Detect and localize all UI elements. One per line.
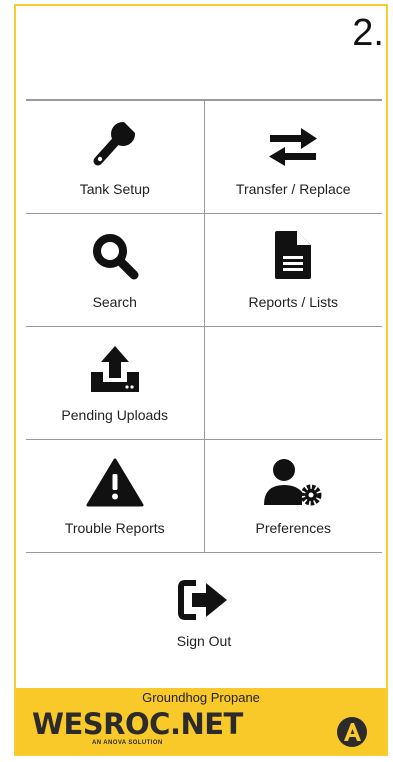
search-label: Search <box>92 294 137 310</box>
search-icon <box>92 234 139 280</box>
main-menu-grid: Tank Setup Transfer / Replace Search Rep… <box>26 99 382 665</box>
preferences-label: Preferences <box>255 520 331 536</box>
reports-lists-button[interactable]: Reports / Lists <box>205 214 383 326</box>
sign-out-label: Sign Out <box>176 633 232 649</box>
footer-bar: Groundhog Propane WESROC.NET AN ANOVA SO… <box>16 688 386 754</box>
menu-row: Trouble Reports Preferences <box>26 440 382 553</box>
sign-out-icon <box>178 580 227 620</box>
tank-setup-button[interactable]: Tank Setup <box>26 101 205 213</box>
preferences-button[interactable]: Preferences <box>205 440 383 552</box>
menu-row: Pending Uploads <box>26 327 382 440</box>
transfer-replace-label: Transfer / Replace <box>235 181 351 197</box>
upload-icon <box>90 346 139 392</box>
user-settings-icon <box>264 459 322 506</box>
warning-icon <box>86 458 144 507</box>
wrench-icon <box>93 122 136 166</box>
reports-lists-label: Reports / Lists <box>248 294 338 310</box>
step-number: 2. <box>352 12 384 54</box>
sign-out-button[interactable]: Sign Out <box>26 553 382 665</box>
trouble-reports-label: Trouble Reports <box>64 520 165 536</box>
empty-cell <box>205 327 383 439</box>
tank-setup-label: Tank Setup <box>79 181 150 197</box>
search-button[interactable]: Search <box>26 214 205 326</box>
pending-uploads-button[interactable]: Pending Uploads <box>26 327 205 439</box>
pending-uploads-label: Pending Uploads <box>61 407 169 423</box>
swap-arrows-icon <box>269 128 318 166</box>
menu-row: Sign Out <box>26 553 382 665</box>
menu-row: Tank Setup Transfer / Replace <box>26 101 382 214</box>
anova-logo-icon <box>337 717 367 747</box>
transfer-replace-button[interactable]: Transfer / Replace <box>205 101 383 213</box>
trouble-reports-button[interactable]: Trouble Reports <box>26 440 205 552</box>
logo-tagline: AN ANOVA SOLUTION <box>92 740 163 746</box>
document-icon <box>275 231 312 279</box>
phone-frame: 2. Tank Setup Transfer / Replace Search … <box>14 4 388 756</box>
wesroc-logo: WESROC.NET <box>32 707 243 741</box>
menu-row: Search Reports / Lists <box>26 214 382 327</box>
company-name: Groundhog Propane <box>142 690 260 705</box>
